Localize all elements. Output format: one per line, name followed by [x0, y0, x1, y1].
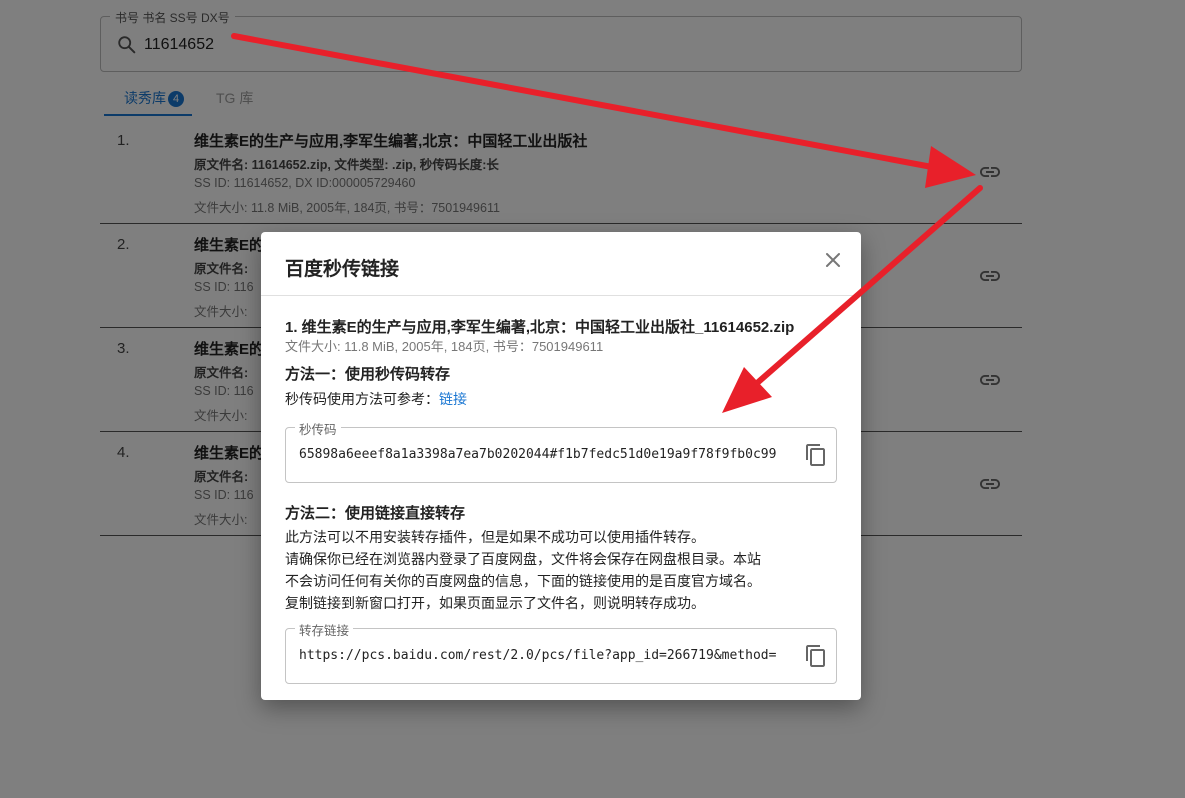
arrow-to-link-icon [231, 33, 976, 188]
arrow-to-instant-code [722, 185, 983, 413]
annotation-arrows [231, 33, 983, 413]
